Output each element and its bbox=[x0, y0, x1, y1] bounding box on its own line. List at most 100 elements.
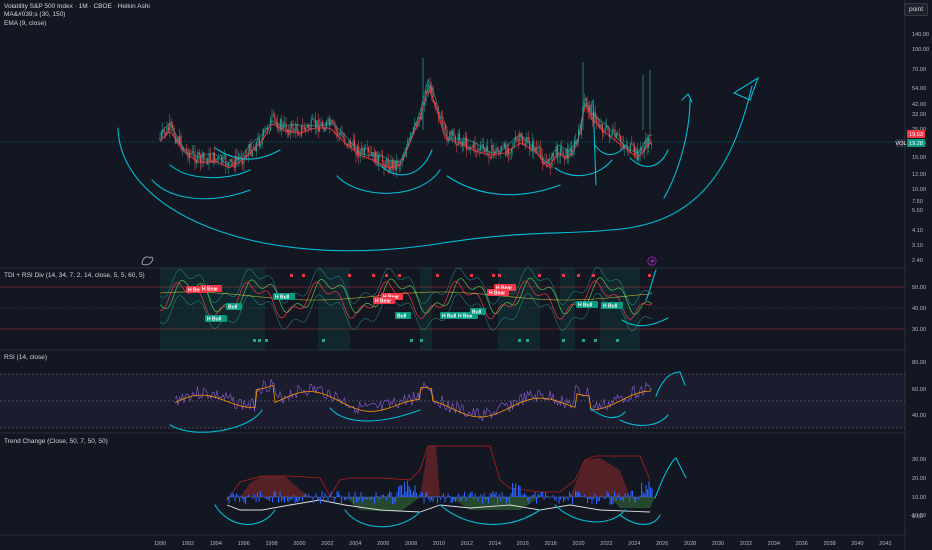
price-axis-label: 12.00 bbox=[912, 172, 926, 178]
tdi-axis-label: 50.00 bbox=[912, 285, 926, 291]
price-badge: 19.63 bbox=[907, 130, 925, 138]
trend-axis-label: 20.00 bbox=[912, 476, 926, 482]
time-axis-label: 2006 bbox=[377, 541, 389, 547]
tdi-signal-tag: Bull bbox=[470, 308, 486, 315]
tdi-legend[interactable]: TDI + RSI Div (14, 34, 7, 2, 14, close, … bbox=[4, 272, 145, 280]
price-axis-label: 4.10 bbox=[912, 228, 923, 234]
drawing-big-arc[interactable] bbox=[117, 85, 753, 252]
drawing-arrowhead-big[interactable] bbox=[732, 76, 760, 101]
time-axis-label: 2036 bbox=[796, 541, 808, 547]
price-axis-label: 7.50 bbox=[912, 199, 923, 205]
trend-axis-label: 10.00 bbox=[912, 495, 926, 501]
svg-text:H Bear: H Bear bbox=[489, 290, 505, 296]
trend-change-histogram bbox=[226, 445, 655, 513]
price-axis-label: 5.50 bbox=[912, 208, 923, 214]
svg-text:19.63: 19.63 bbox=[909, 132, 923, 138]
heikin-ashi-candles bbox=[159, 58, 652, 178]
time-axis-label: 1992 bbox=[182, 541, 194, 547]
drawing-trend-arc-1[interactable] bbox=[214, 504, 276, 525]
lightning-icon[interactable] bbox=[647, 256, 657, 266]
tdi-signal-tag: H Bull bbox=[576, 301, 598, 308]
drawing-trend-arc-4[interactable] bbox=[554, 504, 626, 523]
drawing-arc-10[interactable] bbox=[663, 99, 691, 199]
trend-legend[interactable]: Trend Change (Close, 50, 7, 50, 50) bbox=[4, 438, 108, 446]
tdi-signal-tag: Bull bbox=[395, 312, 411, 319]
time-axis-label: 2016 bbox=[517, 541, 529, 547]
rsi-axis-label: 60.00 bbox=[912, 387, 926, 393]
tdi-indicator-title[interactable]: TDI + RSI Div (14, 34, 7, 2, 14, close, … bbox=[4, 272, 145, 280]
svg-text:Bull: Bull bbox=[397, 313, 407, 319]
scale-mode-button[interactable]: point bbox=[904, 3, 928, 16]
time-axis-label: 1990 bbox=[154, 541, 166, 547]
rsi-indicator-title[interactable]: RSI (14, close) bbox=[4, 354, 47, 362]
rsi-axis-label: 40.00 bbox=[912, 413, 926, 419]
drawing-arc-7[interactable] bbox=[554, 159, 613, 177]
svg-text:19.28: 19.28 bbox=[909, 141, 923, 147]
ema-indicator-title[interactable]: EMA (9, close) bbox=[4, 20, 150, 28]
drawing-arc-4[interactable] bbox=[336, 169, 441, 194]
svg-text:Bull: Bull bbox=[228, 304, 238, 310]
rsi-axis-label: 80.00 bbox=[912, 360, 926, 366]
tdi-signal-tag: H Bull bbox=[601, 302, 623, 309]
time-axis-label: 2008 bbox=[405, 541, 417, 547]
time-axis-label: 2032 bbox=[740, 541, 752, 547]
price-axis-label: 10.00 bbox=[912, 187, 926, 193]
drawing-arc-6[interactable] bbox=[446, 175, 561, 196]
time-axis-label: 2034 bbox=[768, 541, 780, 547]
tdi-signal-tag: H Bull bbox=[273, 293, 295, 300]
time-axis-label: 2040 bbox=[851, 541, 863, 547]
tdi-axis-label: 30.00 bbox=[912, 327, 926, 333]
svg-text:H Bull: H Bull bbox=[207, 316, 222, 322]
price-badge: VOL bbox=[895, 139, 907, 147]
time-axis-label: 2022 bbox=[600, 541, 612, 547]
svg-text:H Bull: H Bull bbox=[578, 302, 593, 308]
time-axis-label: 2030 bbox=[712, 541, 724, 547]
price-badge: 19.28 bbox=[907, 139, 925, 147]
rsi-legend[interactable]: RSI (14, close) bbox=[4, 354, 47, 362]
time-axis-label: 2012 bbox=[461, 541, 473, 547]
price-axis-label: 100.00 bbox=[912, 47, 929, 53]
trend-indicator-title[interactable]: Trend Change (Close, 50, 7, 50, 50) bbox=[4, 438, 108, 446]
main-symbol-title[interactable]: Volatility S&P 500 Index · 1M · CBOE · H… bbox=[4, 3, 150, 11]
trend-axis-label: -10.00 bbox=[910, 513, 926, 519]
time-axis-label: 2018 bbox=[544, 541, 556, 547]
drawing-arc-3[interactable] bbox=[214, 147, 281, 160]
svg-text:H Bear: H Bear bbox=[375, 298, 391, 304]
time-axis-label: 2024 bbox=[628, 541, 640, 547]
svg-text:H Bear: H Bear bbox=[202, 286, 218, 292]
price-axis-label: 32.00 bbox=[912, 112, 926, 118]
time-axis-label: 2020 bbox=[572, 541, 584, 547]
time-axis-label: 2042 bbox=[879, 541, 891, 547]
price-axis-label: 54.00 bbox=[912, 86, 926, 92]
svg-text:VOL: VOL bbox=[895, 141, 906, 147]
price-axis-label: 70.00 bbox=[912, 67, 926, 73]
tdi-signal-tag: H Bear bbox=[200, 285, 222, 292]
time-axis-label: 1994 bbox=[210, 541, 222, 547]
time-axis-label: 2028 bbox=[684, 541, 696, 547]
drawing-arc-2[interactable] bbox=[169, 164, 251, 179]
tdi-signal-tag: H Bear bbox=[487, 289, 509, 296]
price-axis-label: 3.10 bbox=[912, 243, 923, 249]
drawing-trend-arc-5[interactable] bbox=[619, 514, 661, 525]
time-axis-label: 2002 bbox=[321, 541, 333, 547]
time-axis-label: 2000 bbox=[293, 541, 305, 547]
drawing-trend-arrow[interactable] bbox=[654, 457, 687, 499]
tdi-signal-tag: Bull bbox=[226, 303, 242, 310]
svg-text:H Bull: H Bull bbox=[442, 313, 457, 319]
svg-text:H Bull: H Bull bbox=[603, 303, 618, 309]
time-axis-label: 2014 bbox=[489, 541, 501, 547]
trend-axis-label: 30.00 bbox=[912, 457, 926, 463]
time-axis-label: 2010 bbox=[433, 541, 445, 547]
svg-text:Bull: Bull bbox=[472, 309, 482, 315]
svg-text:H Bull: H Bull bbox=[275, 294, 290, 300]
ma-indicator-title[interactable]: MA&#039;s (30, 150) bbox=[4, 11, 150, 19]
drawing-arc-1[interactable] bbox=[151, 179, 251, 200]
price-axis-label: 42.00 bbox=[912, 102, 926, 108]
tdi-axis-label: 40.00 bbox=[912, 306, 926, 312]
drawing-trend-arc-2[interactable] bbox=[344, 509, 421, 528]
price-axis-label: 15.00 bbox=[912, 155, 926, 161]
tdi-signal-tag: H Bear bbox=[373, 297, 395, 304]
tradingview-logo-icon bbox=[141, 256, 154, 266]
time-axis-label: 1996 bbox=[238, 541, 250, 547]
main-legend[interactable]: Volatility S&P 500 Index · 1M · CBOE · H… bbox=[4, 3, 150, 28]
